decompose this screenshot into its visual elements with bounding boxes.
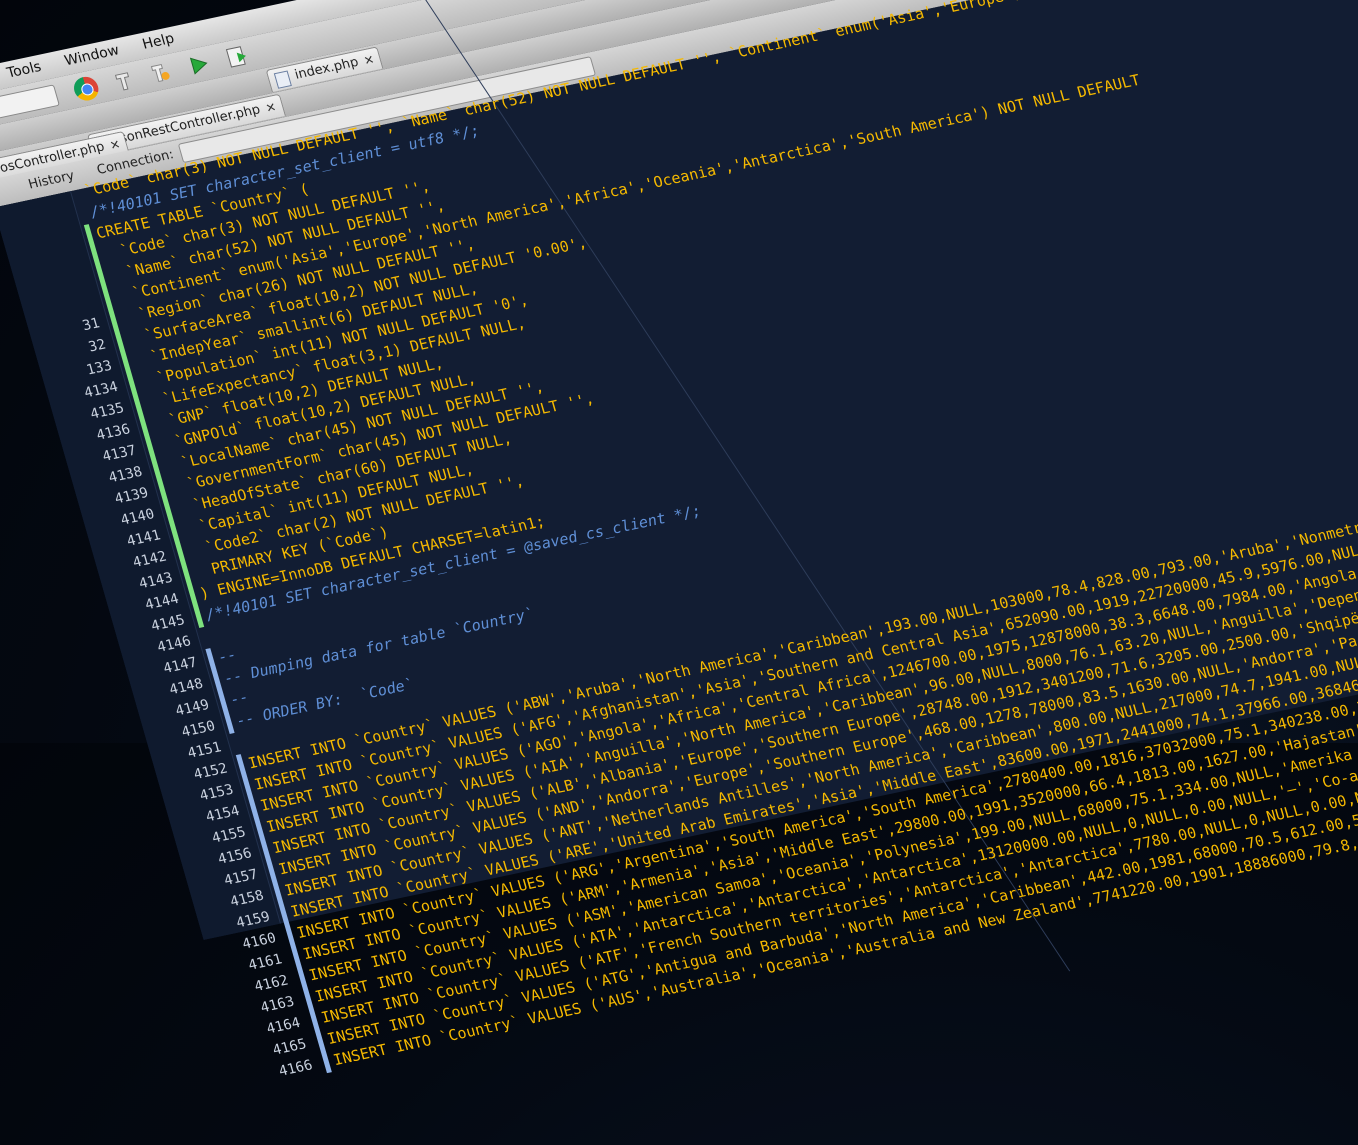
run-icon[interactable] [184, 51, 214, 79]
ide-window: Tools Window Help index.php ✕ JsonRestCo… [0, 0, 1358, 1080]
line-number [26, 273, 85, 285]
history-button[interactable]: History [27, 168, 76, 192]
close-icon[interactable]: ✕ [361, 49, 377, 72]
line-number [32, 294, 91, 306]
broom-icon[interactable] [145, 59, 175, 87]
hammer-icon[interactable] [110, 66, 140, 94]
line-number [8, 209, 67, 221]
line-number [14, 231, 73, 243]
chrome-icon[interactable] [71, 74, 102, 103]
code-line[interactable]: -- Dumping data for table `Country` [221, 603, 536, 690]
php-file-icon [273, 70, 292, 89]
line-number [20, 252, 79, 264]
debug-icon[interactable] [223, 42, 253, 70]
close-icon[interactable]: ✕ [263, 96, 279, 119]
